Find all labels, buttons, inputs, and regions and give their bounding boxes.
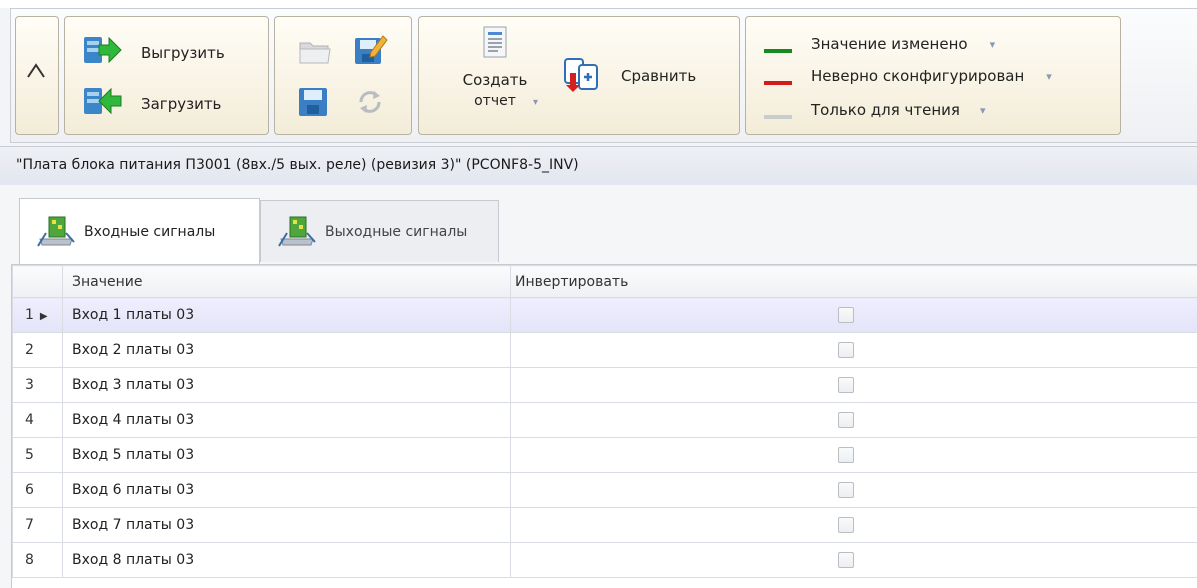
create-report-label-1: Создать <box>463 71 528 89</box>
table-row[interactable]: 7 Вход 7 платы 03 <box>13 508 1197 543</box>
invert-checkbox[interactable] <box>838 377 854 393</box>
transfer-group: Выгрузить Загрузить <box>64 16 269 135</box>
device-title-bar: "Плата блока питания П3001 (8вх./5 вых. … <box>0 147 1197 186</box>
row-number: 8 <box>13 543 63 578</box>
compare-button[interactable]: Сравнить <box>563 55 696 97</box>
column-header-invert[interactable]: Инвертировать <box>511 266 1197 298</box>
refresh-icon[interactable] <box>355 87 385 121</box>
board-icon <box>36 213 76 251</box>
invert-cell <box>511 368 1197 403</box>
save-icon[interactable] <box>297 86 329 122</box>
upload-label: Выгрузить <box>141 44 225 62</box>
invert-checkbox[interactable] <box>838 517 854 533</box>
invert-cell <box>511 403 1197 438</box>
chevron-down-icon[interactable]: ▾ <box>990 38 996 51</box>
chevron-down-icon[interactable]: ▾ <box>980 104 986 117</box>
column-header-value[interactable]: Значение <box>63 266 511 298</box>
table-row[interactable]: 6 Вход 6 платы 03 <box>13 473 1197 508</box>
invert-checkbox[interactable] <box>838 447 854 463</box>
signals-table: Значение Инвертировать 1▶ Вход 1 платы 0… <box>12 265 1197 578</box>
invert-cell <box>511 333 1197 368</box>
invert-checkbox[interactable] <box>838 307 854 323</box>
row-number: 1▶ <box>13 298 63 333</box>
upload-icon <box>81 34 123 72</box>
table-row[interactable]: 2 Вход 2 платы 03 <box>13 333 1197 368</box>
chevron-up-icon <box>25 51 47 91</box>
invert-checkbox[interactable] <box>838 412 854 428</box>
value-cell[interactable]: Вход 4 платы 03 <box>63 403 511 438</box>
tab-output-signals-label: Выходные сигналы <box>325 224 467 240</box>
value-cell[interactable]: Вход 7 платы 03 <box>63 508 511 543</box>
table-row[interactable]: 8 Вход 8 платы 03 <box>13 543 1197 578</box>
value-cell[interactable]: Вход 3 платы 03 <box>63 368 511 403</box>
invert-cell <box>511 543 1197 578</box>
chevron-down-icon[interactable]: ▾ <box>1046 70 1052 83</box>
create-report-label-2: отчет <box>474 93 516 109</box>
row-number: 5 <box>13 438 63 473</box>
row-number: 4 <box>13 403 63 438</box>
invert-checkbox[interactable] <box>838 552 854 568</box>
table-row[interactable]: 5 Вход 5 платы 03 <box>13 438 1197 473</box>
table-row[interactable]: 3 Вход 3 платы 03 <box>13 368 1197 403</box>
file-group <box>274 16 412 135</box>
invert-cell <box>511 438 1197 473</box>
value-cell[interactable]: Вход 6 платы 03 <box>63 473 511 508</box>
compare-label: Сравнить <box>621 67 696 85</box>
invert-checkbox[interactable] <box>838 482 854 498</box>
tab-input-signals-label: Входные сигналы <box>84 224 215 240</box>
tab-output-signals[interactable]: Выходные сигналы <box>260 200 499 262</box>
table-header-row: Значение Инвертировать <box>13 266 1197 298</box>
legend-label-readonly: Только для чтения <box>811 101 960 119</box>
value-cell[interactable]: Вход 5 платы 03 <box>63 438 511 473</box>
table-row[interactable]: 4 Вход 4 платы 03 <box>13 403 1197 438</box>
invert-cell <box>511 473 1197 508</box>
download-label: Загрузить <box>141 95 221 113</box>
invert-cell <box>511 298 1197 333</box>
invert-checkbox[interactable] <box>838 342 854 358</box>
row-number: 3 <box>13 368 63 403</box>
upload-button[interactable]: Выгрузить <box>81 34 225 72</box>
value-cell[interactable]: Вход 8 платы 03 <box>63 543 511 578</box>
legend-label-misconfigured: Неверно сконфигурирован <box>811 67 1024 85</box>
download-button[interactable]: Загрузить <box>81 85 221 123</box>
chevron-down-icon: ▾ <box>533 97 538 108</box>
create-report-button[interactable]: Создать отчет ▾ <box>453 21 537 133</box>
device-title: "Плата блока питания П3001 (8вх./5 вых. … <box>16 157 579 173</box>
compare-icon <box>563 55 601 97</box>
open-folder-icon[interactable] <box>298 37 332 71</box>
value-cell[interactable]: Вход 1 платы 03 <box>63 298 511 333</box>
tab-input-signals[interactable]: Входные сигналы <box>19 198 260 264</box>
row-number-header <box>13 266 63 298</box>
signals-grid: Значение Инвертировать 1▶ Вход 1 платы 0… <box>11 264 1197 588</box>
board-icon <box>277 213 317 251</box>
legend-item-misconfigured[interactable]: Неверно сконфигурирован ▾ <box>764 63 1052 89</box>
download-icon <box>81 85 123 123</box>
row-indicator-icon: ▶ <box>40 311 48 322</box>
legend-line-green <box>764 49 792 53</box>
legend-line-gray <box>764 115 792 119</box>
legend-group: Значение изменено ▾ Неверно сконфигуриро… <box>745 16 1121 135</box>
row-number: 7 <box>13 508 63 543</box>
legend-item-changed[interactable]: Значение изменено ▾ <box>764 31 995 57</box>
legend-item-readonly[interactable]: Только для чтения ▾ <box>764 97 985 123</box>
legend-label-changed: Значение изменено <box>811 35 968 53</box>
value-cell[interactable]: Вход 2 платы 03 <box>63 333 511 368</box>
report-icon <box>480 25 510 65</box>
row-number: 6 <box>13 473 63 508</box>
save-edit-icon[interactable] <box>353 32 389 70</box>
table-row[interactable]: 1▶ Вход 1 платы 03 <box>13 298 1197 333</box>
report-group: Создать отчет ▾ Сравнить <box>418 16 740 135</box>
row-number: 2 <box>13 333 63 368</box>
invert-cell <box>511 508 1197 543</box>
legend-line-red <box>764 81 792 85</box>
ribbon-collapse-button[interactable] <box>15 16 59 135</box>
